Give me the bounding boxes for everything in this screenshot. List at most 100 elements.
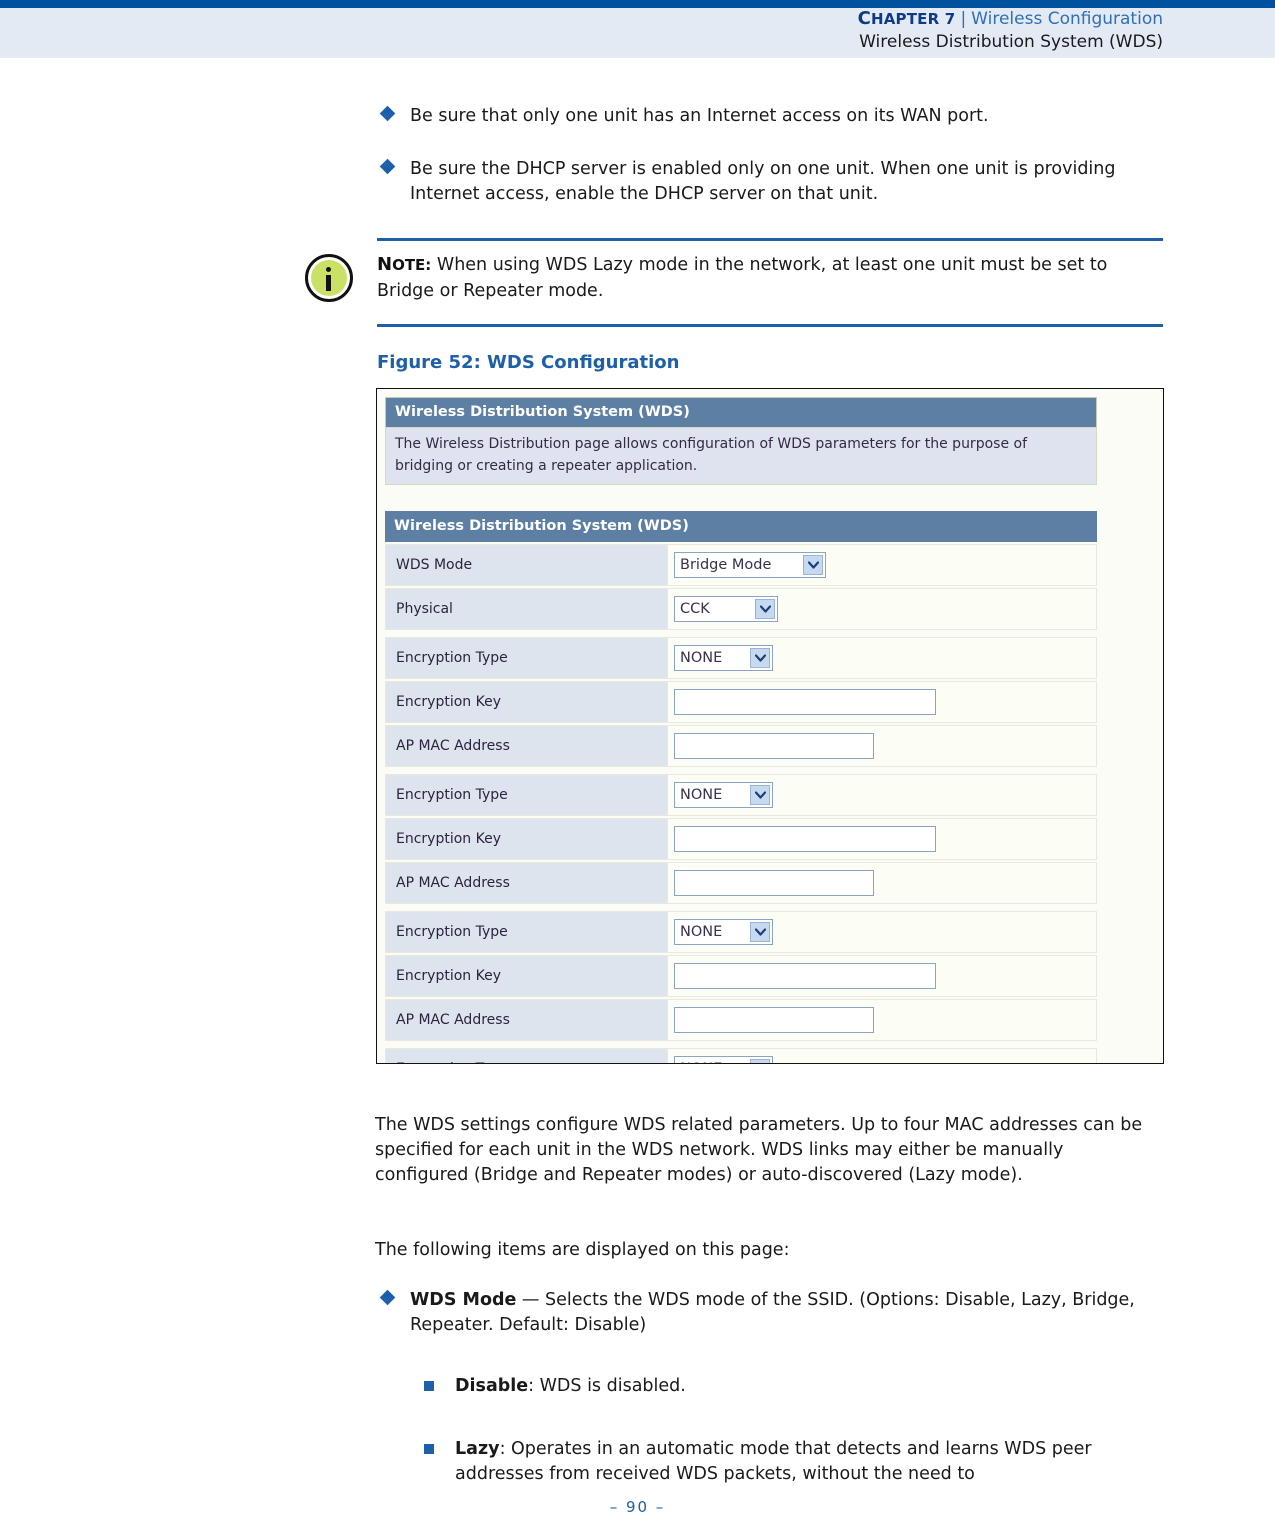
breadcrumb-chapter-cap: C — [857, 8, 871, 29]
table-row: Encryption Type NONE — [385, 1048, 1097, 1063]
row-value — [668, 818, 1097, 860]
list-item: Disable: WDS is disabled. — [0, 1374, 1275, 1399]
paragraph-text: The following items are displayed on thi… — [375, 1240, 790, 1260]
breadcrumb-separator: | — [960, 9, 967, 29]
select-value: Bridge Mode — [680, 557, 772, 573]
table-row: Encryption Type NONE — [385, 637, 1097, 679]
chevron-down-icon[interactable] — [750, 1059, 770, 1063]
row-value: NONE — [668, 774, 1097, 816]
note-label: NOTE: — [377, 254, 432, 275]
chevron-down-icon[interactable] — [750, 785, 770, 805]
select-value: CCK — [680, 601, 710, 617]
breadcrumb-section: Wireless Configuration — [971, 9, 1163, 29]
row-value — [668, 725, 1097, 767]
diamond-bullet-icon — [379, 158, 396, 175]
list-item-term: WDS Mode — [410, 1290, 517, 1310]
square-bullet-icon — [424, 1444, 434, 1454]
breadcrumb: CHAPTER 7 | Wireless Configuration — [858, 8, 1163, 30]
table-row: Encryption Type NONE — [385, 774, 1097, 816]
row-label: Encryption Key — [385, 818, 668, 860]
row-value: NONE — [668, 911, 1097, 953]
list-item: WDS Mode — Selects the WDS mode of the S… — [0, 1288, 1275, 1338]
body-paragraph-2: The following items are displayed on thi… — [0, 1238, 1275, 1263]
list-item-desc: : Operates in an automatic mode that det… — [455, 1439, 1092, 1484]
select-value: NONE — [680, 787, 723, 803]
table-row: WDS Mode Bridge Mode — [385, 544, 1097, 586]
note-rule-bottom — [377, 324, 1163, 327]
list-item: Lazy: Operates in an automatic mode that… — [0, 1437, 1275, 1487]
wds-mode-select[interactable]: Bridge Mode — [674, 552, 826, 578]
encryption-key-input[interactable] — [674, 689, 936, 715]
list-item: Be sure the DHCP server is enabled only … — [0, 157, 1275, 207]
select-value: NONE — [680, 650, 723, 666]
wui-titlebar: Wireless Distribution System (WDS) — [385, 397, 1097, 427]
paragraph-text: The WDS settings configure WDS related p… — [375, 1115, 1143, 1185]
row-value: Bridge Mode — [668, 544, 1097, 586]
diamond-bullet-icon — [379, 105, 396, 122]
row-label: Encryption Type — [385, 774, 668, 816]
ap-mac-address-input[interactable] — [674, 733, 874, 759]
ap-mac-address-input[interactable] — [674, 1007, 874, 1033]
row-value — [668, 862, 1097, 904]
table-row: AP MAC Address — [385, 862, 1097, 904]
row-label: Physical — [385, 588, 668, 630]
note-rule-top — [377, 238, 1163, 241]
page-footer: – 90 – — [0, 1498, 1275, 1516]
row-value: CCK — [668, 588, 1097, 630]
note-body: NOTE: When using WDS Lazy mode in the ne… — [377, 252, 1167, 304]
list-item-desc: : WDS is disabled. — [528, 1376, 686, 1396]
chevron-down-icon[interactable] — [750, 648, 770, 668]
row-label: WDS Mode — [385, 544, 668, 586]
encryption-key-input[interactable] — [674, 963, 936, 989]
list-item-text: Be sure that only one unit has an Intern… — [410, 106, 989, 126]
physical-select[interactable]: CCK — [674, 596, 778, 622]
table-row: Encryption Key — [385, 955, 1097, 997]
chevron-down-icon[interactable] — [803, 555, 823, 575]
row-value — [668, 999, 1097, 1041]
row-label: AP MAC Address — [385, 999, 668, 1041]
list-item-desc: — Selects the WDS mode of the SSID. (Opt… — [410, 1290, 1135, 1335]
encryption-type-select[interactable]: NONE — [674, 645, 773, 671]
breadcrumb-chapter-rest: HAPTER 7 — [870, 10, 956, 28]
encryption-key-input[interactable] — [674, 826, 936, 852]
row-label: AP MAC Address — [385, 725, 668, 767]
figure-caption: Figure 52: WDS Configuration — [377, 352, 680, 373]
row-label: Encryption Type — [385, 1048, 668, 1063]
encryption-type-select[interactable]: NONE — [674, 919, 773, 945]
ap-mac-address-input[interactable] — [674, 870, 874, 896]
chevron-down-icon[interactable] — [750, 922, 770, 942]
list-item-term: Lazy — [455, 1439, 500, 1459]
page-title: Wireless Distribution System (WDS) — [859, 32, 1163, 52]
row-value — [668, 955, 1097, 997]
wui-spacer — [385, 485, 1097, 511]
note-text: When using WDS Lazy mode in the network,… — [377, 255, 1108, 301]
encryption-type-select[interactable]: NONE — [674, 1056, 773, 1063]
row-label: AP MAC Address — [385, 862, 668, 904]
info-circle-icon — [305, 254, 359, 308]
table-row: AP MAC Address — [385, 725, 1097, 767]
row-value: NONE — [668, 1048, 1097, 1063]
select-value: NONE — [680, 924, 723, 940]
encryption-type-select[interactable]: NONE — [674, 782, 773, 808]
chevron-down-icon[interactable] — [755, 599, 775, 619]
embedded-web-ui: Wireless Distribution System (WDS) The W… — [385, 397, 1097, 1063]
note-label-rest: OTE: — [392, 256, 432, 274]
intro-bullet-list: Be sure that only one unit has an Intern… — [0, 104, 1275, 207]
table-row: Encryption Key — [385, 681, 1097, 723]
row-value — [668, 681, 1097, 723]
row-label: Encryption Key — [385, 681, 668, 723]
wui-settings-table: WDS Mode Bridge Mode Physical CCK Encryption… — [385, 544, 1097, 1063]
note-label-cap: N — [377, 254, 393, 275]
page-number: – 90 – — [609, 1498, 666, 1516]
wui-description: The Wireless Distribution page allows co… — [385, 427, 1097, 485]
row-label: Encryption Key — [385, 955, 668, 997]
wui-section-bar: Wireless Distribution System (WDS) — [385, 511, 1097, 542]
figure-screenshot: Wireless Distribution System (WDS) The W… — [376, 388, 1164, 1064]
list-item-text: Be sure the DHCP server is enabled only … — [410, 159, 1116, 204]
table-row: Physical CCK — [385, 588, 1097, 630]
square-bullet-icon — [424, 1381, 434, 1391]
note-callout: NOTE: When using WDS Lazy mode in the ne… — [0, 238, 1275, 330]
table-row: AP MAC Address — [385, 999, 1097, 1041]
table-row: Encryption Type NONE — [385, 911, 1097, 953]
list-item: Be sure that only one unit has an Intern… — [0, 104, 1275, 129]
